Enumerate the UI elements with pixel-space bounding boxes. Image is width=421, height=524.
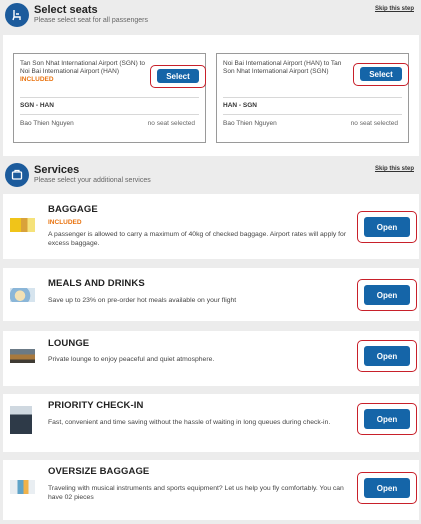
- select-seat-button[interactable]: Select: [360, 67, 402, 81]
- oversize-baggage-image: [10, 480, 35, 494]
- checkin-image: [10, 406, 32, 434]
- open-baggage-button[interactable]: Open: [364, 217, 410, 237]
- open-lounge-button[interactable]: Open: [364, 346, 410, 366]
- section-title: Services: [34, 164, 80, 176]
- open-priority-checkin-button[interactable]: Open: [364, 409, 410, 429]
- select-seat-button[interactable]: Select: [157, 69, 199, 83]
- seat-card-outbound: Tan Son Nhat International Airport (SGN)…: [13, 53, 206, 143]
- service-description: Fast, convenient and time saving without…: [48, 419, 331, 426]
- divider: [20, 114, 199, 115]
- divider: [20, 97, 199, 98]
- included-badge: INCLUDED: [20, 76, 54, 83]
- divider: [223, 97, 402, 98]
- divider: [223, 114, 402, 115]
- flight-code: SGN - HAN: [20, 102, 54, 109]
- meal-image: [10, 288, 35, 302]
- seat-status: no seat selected: [350, 120, 398, 127]
- section-subtitle: Please select your additional services: [34, 177, 151, 184]
- route-text: Tan Son Nhat International Airport (SGN)…: [20, 60, 146, 75]
- select-seats-header: Select seats Please select seat for all …: [0, 0, 421, 32]
- select-seats-panel: Tan Son Nhat International Airport (SGN)…: [3, 35, 419, 156]
- service-card-oversize-baggage: OVERSIZE BAGGAGE Traveling with musical …: [3, 460, 419, 520]
- service-title: LOUNGE: [48, 338, 90, 349]
- section-title: Select seats: [34, 4, 98, 16]
- flight-route: Tan Son Nhat International Airport (SGN)…: [20, 60, 150, 84]
- seat-status: no seat selected: [147, 120, 195, 127]
- section-subtitle: Please select seat for all passengers: [34, 17, 149, 24]
- seat-card-return: Noi Bai International Airport (HAN) to T…: [216, 53, 409, 143]
- flight-route: Noi Bai International Airport (HAN) to T…: [223, 60, 353, 76]
- service-description: Private lounge to enjoy peaceful and qui…: [48, 356, 215, 363]
- flight-code: HAN - SGN: [223, 102, 257, 109]
- route-text: Noi Bai International Airport (HAN) to T…: [223, 60, 342, 75]
- skip-seats-link[interactable]: Skip this step: [375, 6, 414, 12]
- service-card-baggage: BAGGAGE INCLUDED A passenger is allowed …: [3, 194, 419, 259]
- service-title: PRIORITY CHECK-IN: [48, 400, 144, 411]
- passenger-name: Bao Thien Nguyen: [223, 120, 277, 127]
- open-oversize-baggage-button[interactable]: Open: [364, 478, 410, 498]
- skip-services-link[interactable]: Skip this step: [375, 166, 414, 172]
- service-title: BAGGAGE: [48, 204, 98, 215]
- open-meals-button[interactable]: Open: [364, 285, 410, 305]
- service-description: Traveling with musical instruments and s…: [48, 485, 344, 501]
- service-card-lounge: LOUNGE Private lounge to enjoy peaceful …: [3, 331, 419, 386]
- services-header: Services Please select your additional s…: [0, 160, 421, 192]
- service-description: Save up to 23% on pre-order hot meals av…: [48, 297, 237, 304]
- service-card-priority-checkin: PRIORITY CHECK-IN Fast, convenient and t…: [3, 394, 419, 452]
- passenger-name: Bao Thien Nguyen: [20, 120, 74, 127]
- included-badge: INCLUDED: [48, 219, 82, 226]
- luggage-icon: [5, 163, 29, 187]
- service-title: MEALS AND DRINKS: [48, 278, 145, 289]
- service-title: OVERSIZE BAGGAGE: [48, 466, 150, 477]
- service-card-meals: MEALS AND DRINKS Save up to 23% on pre-o…: [3, 268, 419, 321]
- service-description: A passenger is allowed to carry a maximu…: [48, 231, 347, 247]
- seat-icon: [5, 3, 29, 27]
- lounge-image: [10, 349, 35, 363]
- baggage-image: [10, 218, 35, 232]
